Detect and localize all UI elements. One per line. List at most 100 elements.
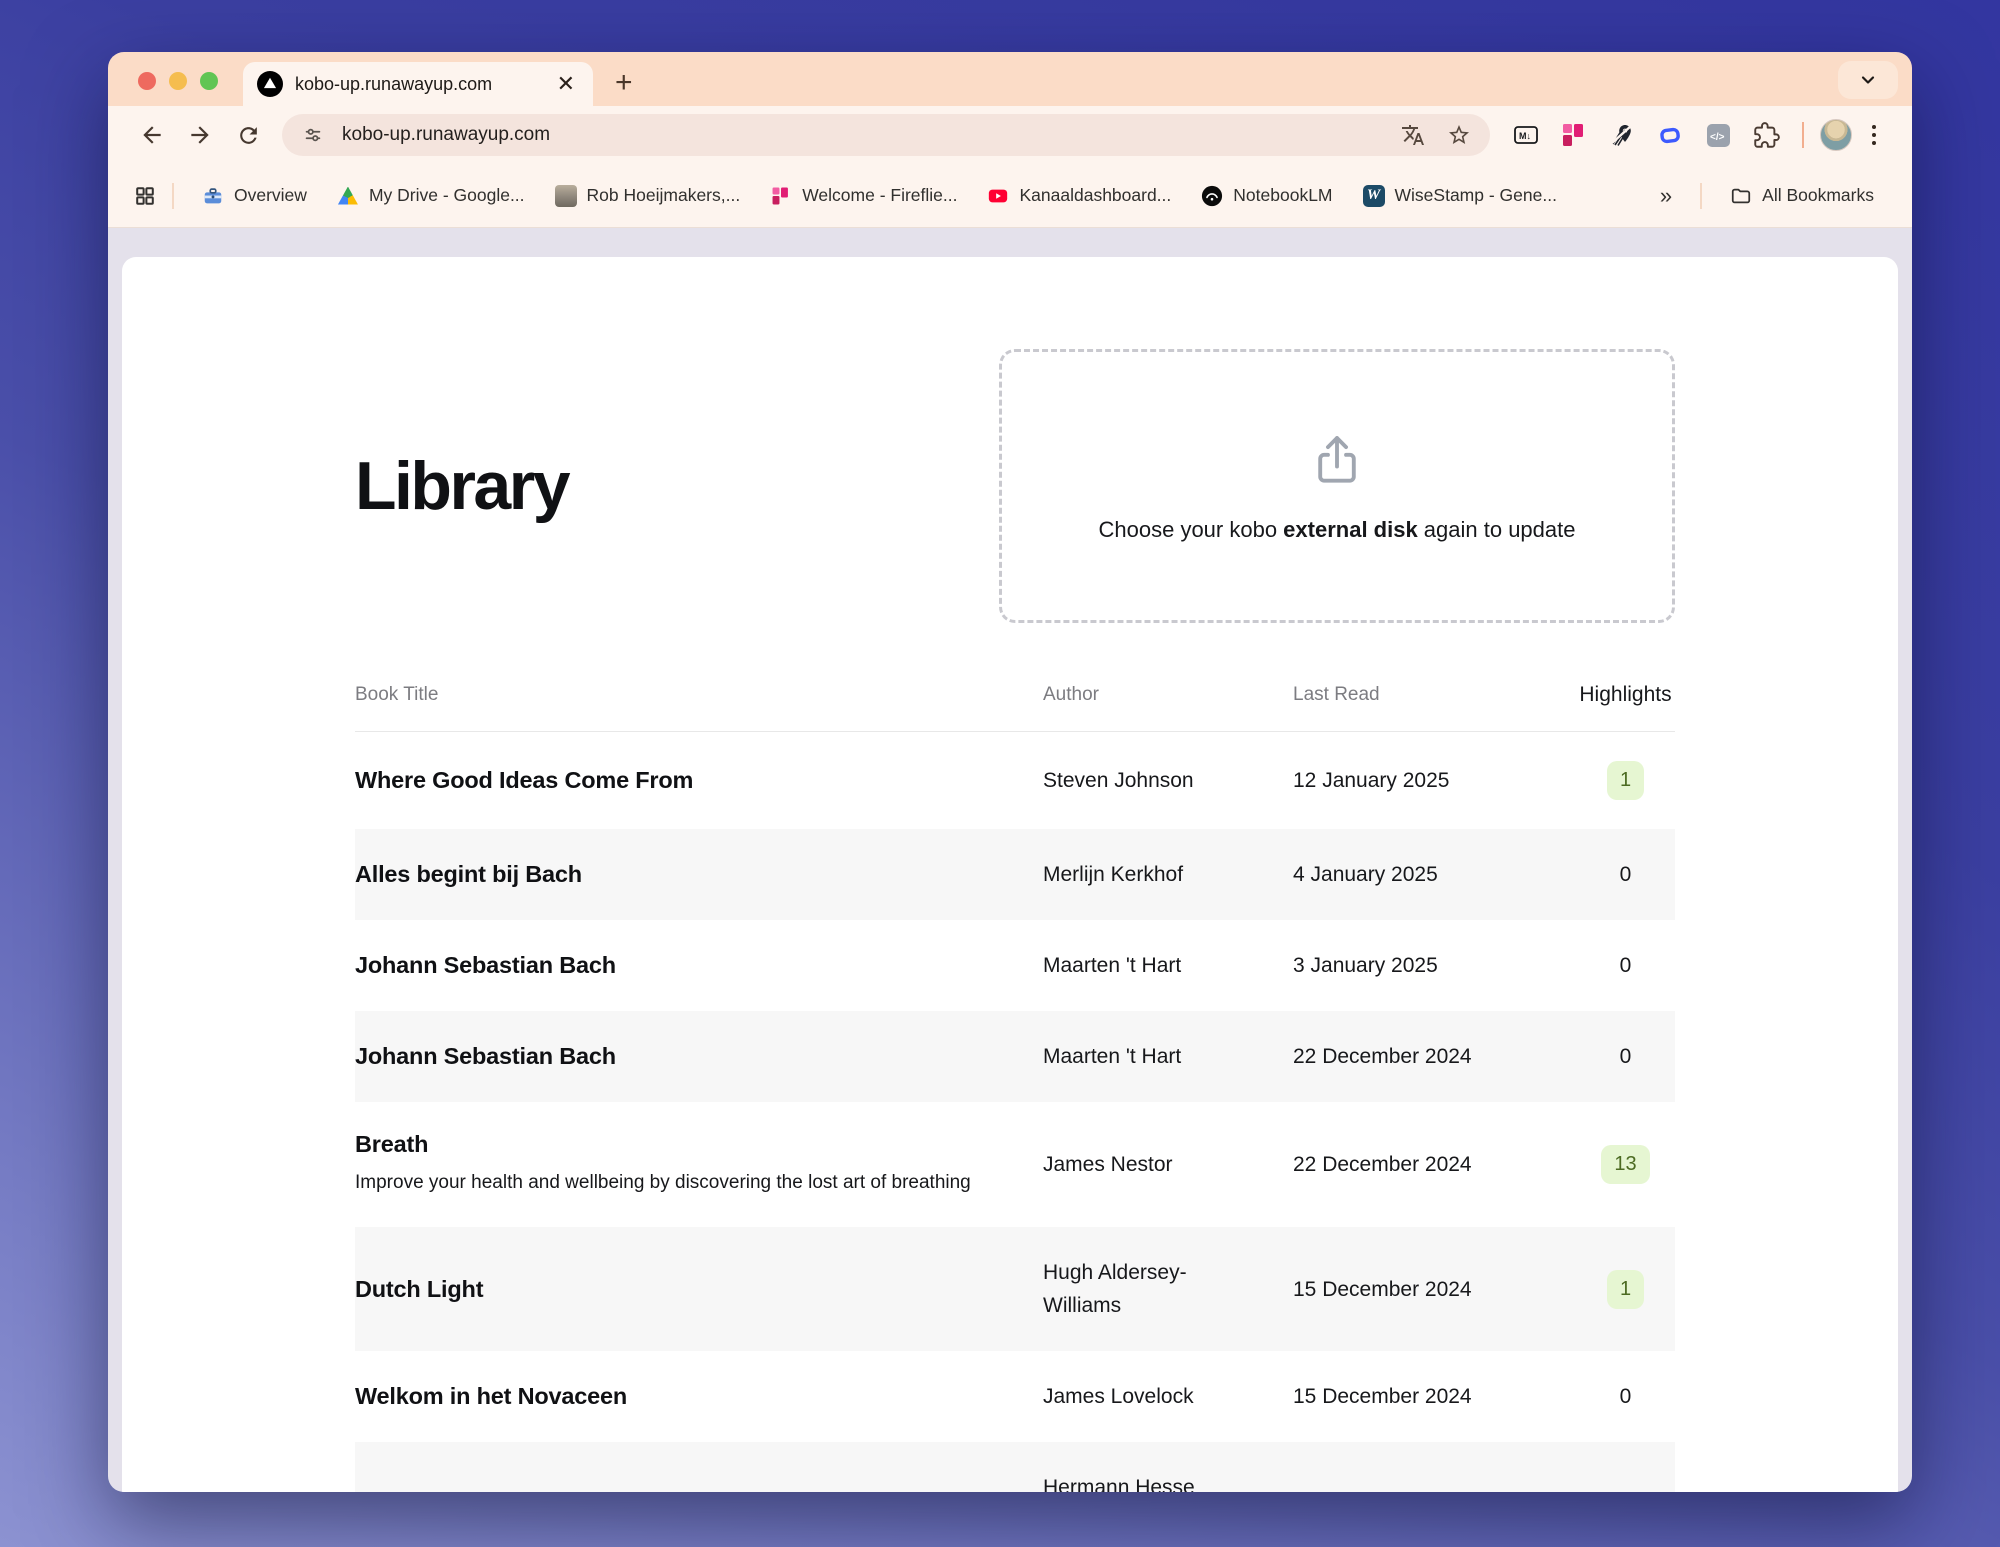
column-header-last-read: Last Read	[1293, 684, 1578, 706]
extension-blue-ring-icon[interactable]	[1650, 115, 1690, 155]
column-header-author: Author	[1043, 684, 1293, 706]
book-title: Welkom in het Novaceen	[355, 1383, 1043, 1410]
tab-search-chevron-button[interactable]	[1838, 61, 1898, 99]
book-highlights: 13	[1578, 1145, 1673, 1184]
bookmarks-divider	[172, 183, 174, 209]
bookmarks-overflow-chevron[interactable]: »	[1650, 183, 1684, 209]
book-table: Book Title Author Last Read Highlights W…	[355, 683, 1675, 1492]
notebooklm-icon	[1201, 185, 1223, 207]
zoom-window-button[interactable]	[200, 72, 218, 90]
svg-text:M↓: M↓	[1519, 131, 1531, 141]
book-highlights: 0	[1578, 1385, 1673, 1409]
bookmarks-bar: Overview My Drive - Google... Rob Hoeijm…	[108, 164, 1912, 228]
book-highlights: 0	[1578, 954, 1673, 978]
book-highlights: 0	[1578, 1045, 1673, 1069]
book-author: Maarten 't Hart	[1043, 1040, 1293, 1073]
close-window-button[interactable]	[138, 72, 156, 90]
book-last-read: 4 January 2025	[1293, 858, 1578, 891]
book-title: Alles begint bij Bach	[355, 861, 1043, 888]
forward-arrow-icon	[187, 122, 213, 148]
highlight-count-badge: 1	[1607, 761, 1644, 800]
all-bookmarks-button[interactable]: All Bookmarks	[1718, 179, 1886, 213]
fireflies-icon	[770, 185, 792, 207]
book-highlights: 1	[1578, 1270, 1673, 1309]
browser-toolbar: kobo-up.runawayup.com M↓ </>	[108, 106, 1912, 164]
toolbar-divider	[1802, 122, 1804, 148]
photo-favicon-icon	[555, 185, 577, 207]
kobo-disk-dropzone[interactable]: Choose your kobo external disk again to …	[999, 349, 1675, 623]
all-bookmarks-label: All Bookmarks	[1762, 185, 1874, 206]
book-last-read: 15 December 2024	[1293, 1273, 1578, 1306]
bookmark-my-drive[interactable]: My Drive - Google...	[325, 179, 537, 213]
book-author: Hermann Hesse	[1043, 1471, 1293, 1492]
table-header-row: Book Title Author Last Read Highlights	[355, 683, 1675, 732]
dropzone-text: Choose your kobo external disk again to …	[1099, 517, 1576, 543]
table-row[interactable]: Alles begint bij Bach Merlijn Kerkhof 4 …	[355, 829, 1675, 920]
bookmark-rob-hoeijmakers[interactable]: Rob Hoeijmakers,...	[543, 179, 753, 213]
tab-close-icon[interactable]: ✕	[553, 73, 579, 95]
bookmark-wisestamp[interactable]: W WiseStamp - Gene...	[1351, 179, 1569, 213]
url-text[interactable]: kobo-up.runawayup.com	[342, 124, 1384, 146]
table-row[interactable]: Johann Sebastian Bach Maarten 't Hart 3 …	[355, 920, 1675, 1011]
chevron-down-icon	[1858, 70, 1878, 90]
translate-icon[interactable]	[1396, 118, 1430, 152]
apps-grid-icon[interactable]	[134, 185, 156, 207]
google-drive-icon	[337, 185, 359, 207]
page-title: Library	[355, 447, 568, 525]
book-title: Where Good Ideas Come From	[355, 767, 1043, 794]
profile-avatar[interactable]	[1820, 119, 1852, 151]
site-favicon	[257, 71, 283, 97]
extension-location-pin-icon[interactable]	[1602, 115, 1642, 155]
table-row[interactable]: Welkom in het Novaceen James Lovelock 15…	[355, 1351, 1675, 1442]
book-author: James Lovelock	[1043, 1380, 1293, 1413]
book-subtitle: Improve your health and wellbeing by dis…	[355, 1167, 975, 1198]
folder-icon	[1730, 185, 1752, 207]
bookmark-label: Welcome - Fireflie...	[802, 185, 957, 206]
bookmark-overview[interactable]: Overview	[190, 179, 319, 213]
extension-fireflies-icon[interactable]	[1554, 115, 1594, 155]
bookmark-notebooklm[interactable]: NotebookLM	[1189, 179, 1344, 213]
column-header-highlights: Highlights	[1578, 683, 1673, 707]
book-title: Breath	[355, 1131, 1043, 1158]
extension-markdown-icon[interactable]: M↓	[1506, 115, 1546, 155]
book-title: Johann Sebastian Bach	[355, 952, 1043, 979]
new-tab-button[interactable]: +	[615, 68, 633, 98]
back-arrow-icon	[139, 122, 165, 148]
bookmark-label: Rob Hoeijmakers,...	[587, 185, 741, 206]
bookmark-kanaaldashboard[interactable]: Kanaaldashboard...	[975, 179, 1183, 213]
book-last-read: 3 January 2025	[1293, 949, 1578, 982]
bookmark-star-icon[interactable]	[1442, 118, 1476, 152]
book-title: Johann Sebastian Bach	[355, 1043, 1043, 1070]
book-last-read: 15 December 2024	[1293, 1380, 1578, 1413]
extension-code-icon[interactable]: </>	[1698, 115, 1738, 155]
bookmark-label: WiseStamp - Gene...	[1395, 185, 1557, 206]
browser-menu-icon[interactable]	[1860, 125, 1888, 145]
book-table-body: Where Good Ideas Come From Steven Johnso…	[355, 732, 1675, 1492]
table-row[interactable]: Hermann Hesse	[355, 1442, 1675, 1492]
window-controls	[138, 72, 218, 90]
content-card: Library Choose your kobo external disk a…	[122, 257, 1898, 1492]
back-button[interactable]	[132, 115, 172, 155]
forward-button[interactable]	[180, 115, 220, 155]
book-last-read: 22 December 2024	[1293, 1040, 1578, 1073]
browser-window: kobo-up.runawayup.com ✕ + kobo-up.runawa…	[108, 52, 1912, 1492]
highlight-count-badge: 1	[1607, 1270, 1644, 1309]
book-highlights: 1	[1578, 761, 1673, 800]
minimize-window-button[interactable]	[169, 72, 187, 90]
bookmark-fireflies[interactable]: Welcome - Fireflie...	[758, 179, 969, 213]
book-last-read: 22 December 2024	[1293, 1148, 1578, 1181]
book-author: Maarten 't Hart	[1043, 949, 1293, 982]
address-bar[interactable]: kobo-up.runawayup.com	[282, 114, 1490, 156]
tab-strip: kobo-up.runawayup.com ✕ +	[108, 52, 1912, 106]
book-author: Merlijn Kerkhof	[1043, 858, 1293, 891]
table-row[interactable]: Breath Improve your health and wellbeing…	[355, 1102, 1675, 1227]
bookmark-label: Kanaaldashboard...	[1019, 185, 1171, 206]
extensions-puzzle-icon[interactable]	[1746, 115, 1786, 155]
table-row[interactable]: Johann Sebastian Bach Maarten 't Hart 22…	[355, 1011, 1675, 1102]
reload-button[interactable]	[228, 115, 268, 155]
table-row[interactable]: Where Good Ideas Come From Steven Johnso…	[355, 732, 1675, 829]
site-settings-icon[interactable]	[296, 118, 330, 152]
browser-tab[interactable]: kobo-up.runawayup.com ✕	[243, 62, 593, 106]
table-row[interactable]: Dutch Light Hugh Aldersey-Williams 15 De…	[355, 1227, 1675, 1351]
book-author: Steven Johnson	[1043, 764, 1293, 797]
